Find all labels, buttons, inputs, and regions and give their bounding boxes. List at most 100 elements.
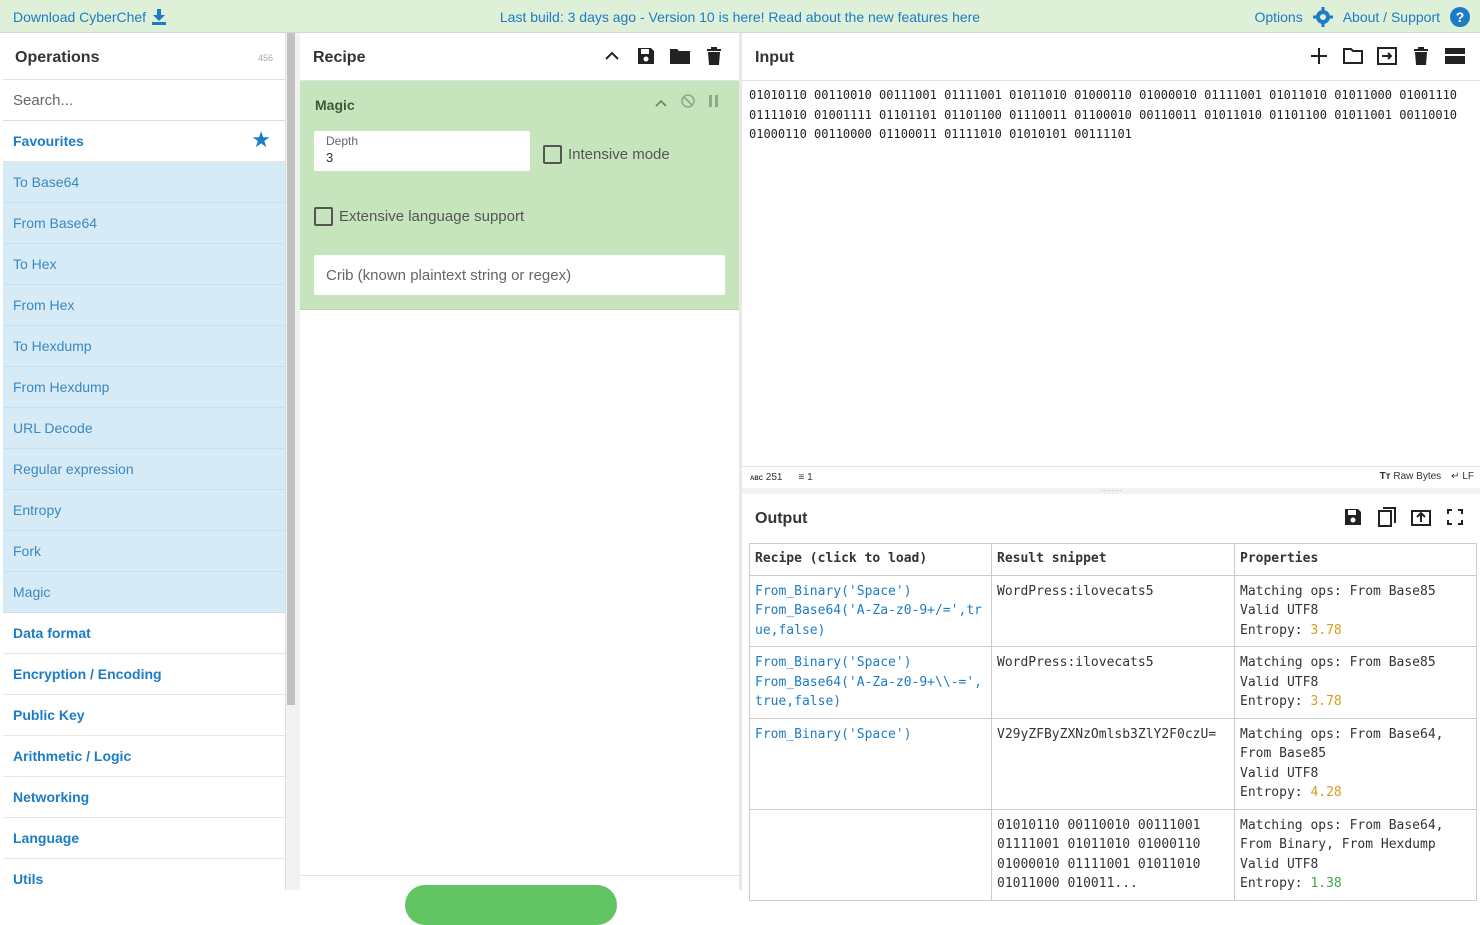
options-link[interactable]: Options <box>1254 9 1302 25</box>
magic-results-table: Recipe (click to load) Result snippet Pr… <box>749 543 1477 901</box>
about-support-link[interactable]: About / Support <box>1343 9 1440 25</box>
op-magic[interactable]: Magic <box>3 572 285 613</box>
disable-icon[interactable] <box>681 94 695 111</box>
star-icon[interactable]: ★ <box>251 129 271 151</box>
pause-icon[interactable] <box>709 94 719 111</box>
plus-icon[interactable] <box>1308 45 1330 67</box>
op-regular-expression[interactable]: Regular expression <box>3 449 285 490</box>
category-data-format[interactable]: Data format <box>3 613 285 654</box>
op-url-decode[interactable]: URL Decode <box>3 408 285 449</box>
save-icon[interactable] <box>635 45 657 67</box>
trash-icon[interactable] <box>703 45 725 67</box>
recipe-panel: Recipe Magic Depth 3 Intensive mode Exte… <box>300 33 739 925</box>
depth-field[interactable]: Depth 3 <box>314 131 530 171</box>
properties-cell: Matching ops: From Base85 Valid UTF8 Ent… <box>1234 646 1477 719</box>
checkbox-box[interactable] <box>543 145 562 164</box>
op-to-hex[interactable]: To Hex <box>3 244 285 285</box>
line-count-value: 1 <box>807 472 813 483</box>
checkbox-box[interactable] <box>314 207 333 226</box>
category-label: Favourites <box>13 133 84 149</box>
snippet-cell: WordPress:ilovecats5 <box>991 646 1235 719</box>
intensive-mode-label: Intensive mode <box>568 146 670 163</box>
recipe-footer-divider <box>300 875 739 876</box>
intensive-mode-checkbox[interactable]: Intensive mode <box>543 145 670 164</box>
extensive-language-checkbox[interactable]: Extensive language support <box>314 207 524 226</box>
category-networking[interactable]: Networking <box>3 777 285 818</box>
depth-value[interactable]: 3 <box>326 150 518 165</box>
input-panel: Input 01010110 00110010 00111001 0111100… <box>742 33 1480 489</box>
recipe-title: Recipe <box>313 49 366 66</box>
maximise-icon[interactable] <box>1444 506 1466 528</box>
category-favourites[interactable]: Favourites ★ <box>3 121 285 162</box>
trash-icon[interactable] <box>1410 45 1432 67</box>
output-title: Output <box>755 510 808 527</box>
recipe-cell[interactable] <box>749 808 992 901</box>
table-header-row: Recipe (click to load) Result snippet Pr… <box>749 543 1477 576</box>
op-from-hexdump[interactable]: From Hexdump <box>3 367 285 408</box>
eol-label: LF <box>1462 471 1474 482</box>
category-utils[interactable]: Utils <box>3 859 285 890</box>
tabs-icon[interactable] <box>1444 45 1466 67</box>
eol-selector[interactable]: ↵ LF <box>1451 471 1474 482</box>
input-header: Input <box>742 33 1480 81</box>
op-from-hex[interactable]: From Hex <box>3 285 285 326</box>
magic-title: Magic <box>315 97 355 113</box>
help-icon[interactable]: ? <box>1450 7 1470 27</box>
category-arithmetic-logic[interactable]: Arithmetic / Logic <box>3 736 285 777</box>
search-input[interactable]: Search... <box>3 80 285 121</box>
recipe-cell[interactable]: From_Binary('Space') From_Base64('A-Za-z… <box>749 646 992 719</box>
recipe-cell[interactable]: From_Binary('Space') From_Base64('A-Za-z… <box>749 574 992 647</box>
input-text[interactable]: 01010110 00110010 00111001 01111001 0101… <box>749 86 1469 145</box>
properties-cell: Matching ops: From Base64, From Base85 V… <box>1234 717 1477 810</box>
category-encryption-encoding[interactable]: Encryption / Encoding <box>3 654 285 695</box>
op-to-base64[interactable]: To Base64 <box>3 162 285 203</box>
extensive-language-label: Extensive language support <box>339 208 525 225</box>
entropy-value: 3.78 <box>1310 694 1342 709</box>
table-row[interactable]: From_Binary('Space') V29yZFByZXNzOmlsb3Zl… <box>749 717 1477 810</box>
open-file-icon[interactable] <box>1376 45 1398 67</box>
snippet-cell: V29yZFByZXNzOmlsb3ZlY2F0czU= <box>991 717 1235 810</box>
output-header: Output <box>742 494 1480 542</box>
entropy-value: 1.38 <box>1310 876 1342 891</box>
bake-button[interactable] <box>405 885 617 925</box>
replace-input-icon[interactable] <box>1410 506 1432 528</box>
table-row[interactable]: From_Binary('Space') From_Base64('A-Za-z… <box>749 574 1477 647</box>
save-icon[interactable] <box>1342 506 1364 528</box>
properties-cell: Matching ops: From Base64, From Binary, … <box>1234 808 1477 901</box>
magic-operation[interactable]: Magic Depth 3 Intensive mode Extensive l… <box>300 81 739 310</box>
operations-scrollbar[interactable] <box>286 33 296 890</box>
category-public-key[interactable]: Public Key <box>3 695 285 736</box>
op-entropy[interactable]: Entropy <box>3 490 285 531</box>
text-size-icon: Tт <box>1379 471 1391 482</box>
operations-title: Operations <box>15 49 100 66</box>
encoding-selector[interactable]: Tт Raw Bytes <box>1380 471 1442 482</box>
category-language[interactable]: Language <box>3 818 285 859</box>
depth-label: Depth <box>326 134 359 148</box>
gear-icon[interactable] <box>1312 7 1333 27</box>
chevron-up-icon[interactable] <box>601 45 623 67</box>
table-row[interactable]: From_Binary('Space') From_Base64('A-Za-z… <box>749 646 1477 719</box>
recipe-cell[interactable]: From_Binary('Space') <box>749 717 992 810</box>
open-folder-icon[interactable] <box>1342 45 1364 67</box>
column-header: Result snippet <box>991 543 1235 576</box>
copy-icon[interactable] <box>1376 506 1398 528</box>
input-title: Input <box>755 49 795 66</box>
column-header: Recipe (click to load) <box>749 543 992 576</box>
op-to-hexdump[interactable]: To Hexdump <box>3 326 285 367</box>
column-header: Properties <box>1234 543 1477 576</box>
crib-input[interactable]: Crib (known plaintext string or regex) <box>314 255 725 295</box>
folder-icon[interactable] <box>669 45 691 67</box>
op-fork[interactable]: Fork <box>3 531 285 572</box>
encoding-label: Raw Bytes <box>1393 471 1442 482</box>
table-row[interactable]: 01010110 00110010 00111001 01111001 0101… <box>749 808 1477 901</box>
output-panel: Output Recipe (click to load) Result sni… <box>742 494 1480 901</box>
scrollbar-thumb[interactable] <box>287 33 295 705</box>
return-arrow-icon: ↵ <box>1451 471 1460 482</box>
chevron-up-icon[interactable] <box>655 94 667 111</box>
op-from-base64[interactable]: From Base64 <box>3 203 285 244</box>
entropy-value: 3.78 <box>1310 622 1342 638</box>
operations-count: 456 <box>257 53 273 63</box>
operations-panel: Operations 456 Search... Favourites ★ To… <box>3 33 286 890</box>
properties-cell: Matching ops: From Base85 Valid UTF8 Ent… <box>1234 574 1477 647</box>
char-count-icon: ABC <box>750 476 763 482</box>
